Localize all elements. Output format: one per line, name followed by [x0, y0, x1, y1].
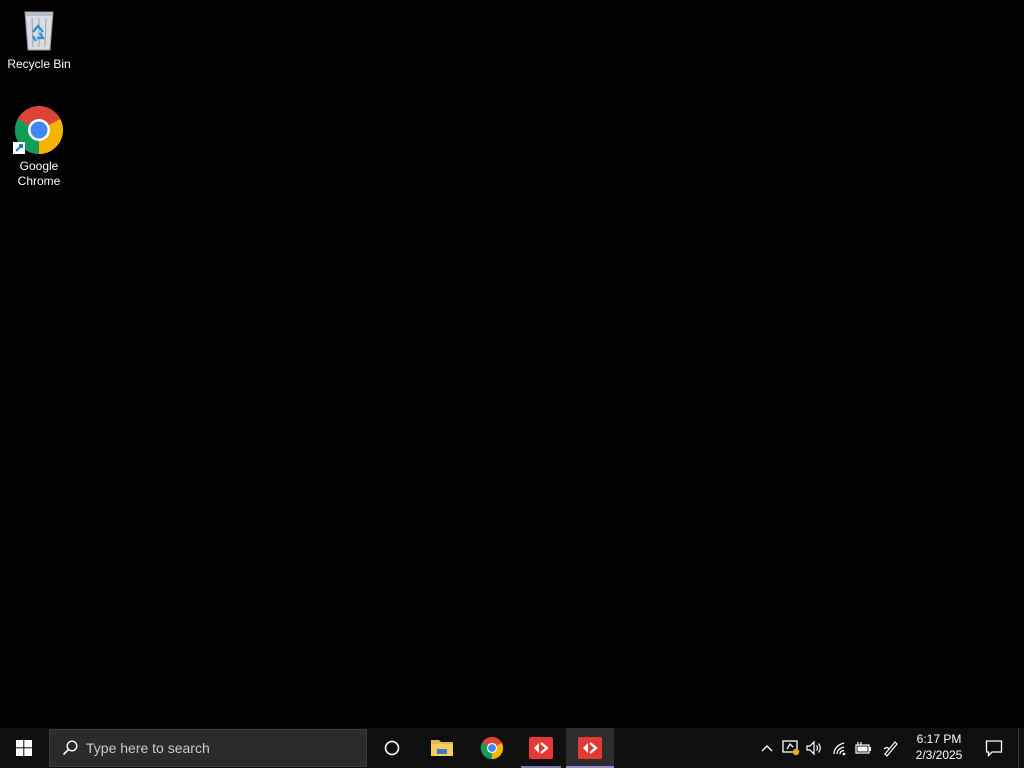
search-icon [62, 740, 78, 756]
chrome-taskbar-button[interactable] [467, 728, 517, 768]
show-desktop-button[interactable] [1018, 728, 1024, 768]
battery-tray-button[interactable] [852, 728, 874, 768]
chrome-icon [480, 736, 504, 760]
taskbar: Type here to search 6:17 PM 2/3/2025 [0, 728, 1024, 768]
action-center-icon [985, 740, 1003, 757]
chrome-shortcut[interactable]: Google Chrome [1, 104, 77, 189]
red-app-taskbar-button[interactable] [517, 728, 565, 768]
battery-icon [855, 742, 871, 754]
red-app-icon [529, 737, 553, 759]
recycle-bin-label: Recycle Bin [7, 57, 71, 71]
search-box[interactable]: Type here to search [49, 729, 367, 767]
folder-icon [431, 740, 453, 756]
chrome-label: Google Chrome [17, 159, 61, 188]
windows-start-icon [16, 740, 32, 756]
action-center-button[interactable] [976, 728, 1012, 768]
file-explorer-button[interactable] [417, 728, 467, 768]
cortana-button[interactable] [368, 728, 416, 768]
volume-icon [806, 740, 821, 756]
network-icon [833, 742, 846, 756]
start-button[interactable] [0, 728, 48, 768]
pen-icon [883, 741, 898, 757]
security-icon [782, 740, 800, 756]
security-tray-button[interactable] [780, 728, 802, 768]
clock-date: 2/3/2025 [915, 748, 963, 762]
red-app-active-taskbar-button[interactable] [566, 728, 614, 768]
recycle-bin-shortcut[interactable]: Recycle Bin [1, 6, 77, 72]
search-placeholder: Type here to search [86, 740, 210, 756]
cortana-circle-icon [384, 740, 400, 756]
red-app-icon [578, 737, 602, 759]
chevron-up-icon [761, 745, 773, 752]
volume-tray-button[interactable] [803, 728, 825, 768]
chrome-icon [13, 106, 64, 155]
clock-time: 6:17 PM [916, 732, 962, 746]
network-tray-button[interactable] [829, 728, 851, 768]
desktop: Recycle Bin Google Chrome [0, 0, 1024, 728]
pen-tray-button[interactable] [878, 728, 904, 768]
show-hidden-icons-button[interactable] [757, 728, 777, 768]
clock[interactable]: 6:17 PM 2/3/2025 [908, 728, 970, 768]
recycle-bin-icon [24, 11, 54, 51]
